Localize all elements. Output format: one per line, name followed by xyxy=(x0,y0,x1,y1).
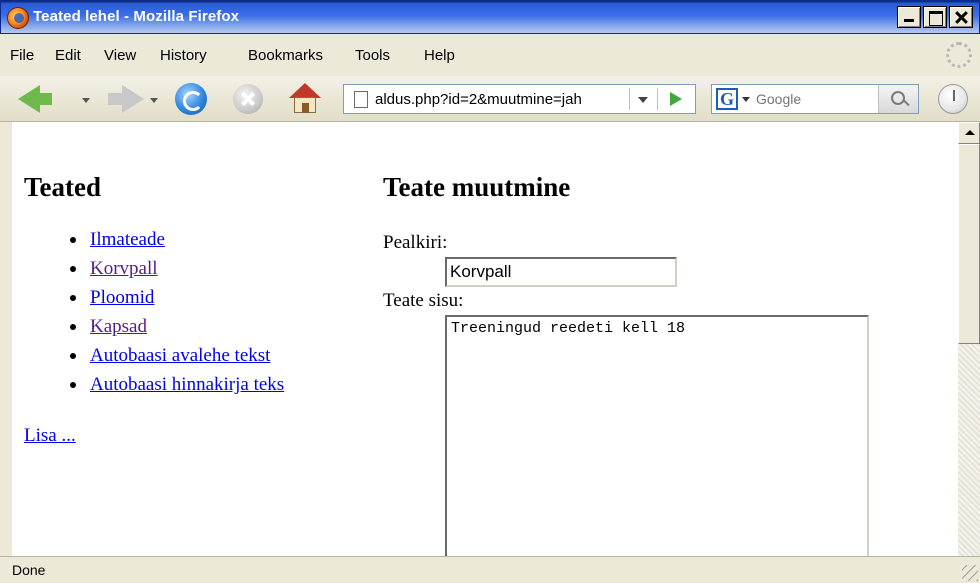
messages-heading: Teated xyxy=(24,172,102,202)
menu-help[interactable]: Help xyxy=(424,47,455,64)
title-input[interactable] xyxy=(445,257,677,287)
message-link-kapsad[interactable]: Kapsad xyxy=(90,316,147,337)
menu-bar: File Edit View History Bookmarks Tools H… xyxy=(0,34,980,76)
list-item: Ilmateade xyxy=(68,225,364,254)
menu-bookmarks[interactable]: Bookmarks xyxy=(248,47,323,64)
page-icon xyxy=(354,91,368,108)
list-item: Kapsad xyxy=(68,312,364,341)
back-arrow-icon[interactable] xyxy=(18,85,40,113)
search-button[interactable] xyxy=(878,85,918,113)
forward-button[interactable] xyxy=(108,93,122,105)
message-link-autobaasi-hinnakirja[interactable]: Autobaasi hinnakirja teks xyxy=(90,374,284,395)
minimize-button[interactable] xyxy=(897,6,921,28)
navigation-toolbar: G xyxy=(0,76,980,122)
scroll-thumb[interactable] xyxy=(958,144,980,344)
message-link-korvpall[interactable]: Korvpall xyxy=(90,258,158,279)
status-bar: Done xyxy=(0,556,980,583)
clock-icon[interactable] xyxy=(938,84,968,114)
url-separator-2 xyxy=(657,88,658,110)
stop-icon[interactable] xyxy=(233,84,263,114)
firefox-icon xyxy=(7,7,29,29)
menu-history[interactable]: History xyxy=(160,47,207,64)
throbber-icon xyxy=(946,42,972,68)
list-item: Autobaasi hinnakirja teks xyxy=(68,370,364,399)
body-textarea[interactable]: Treeningud reedeti kell 18 xyxy=(445,315,869,578)
list-item: Ploomid xyxy=(68,283,364,312)
window-title-bar[interactable]: Teated lehel - Mozilla Firefox xyxy=(0,0,980,34)
messages-panel: Teated Ilmateade Korvpall Ploomid Kapsad… xyxy=(24,172,364,447)
menu-view[interactable]: View xyxy=(104,47,136,64)
menu-file[interactable]: File xyxy=(10,47,34,64)
back-button[interactable] xyxy=(38,93,52,105)
edit-heading: Teate muutmine xyxy=(383,172,571,202)
body-label: Teate sisu: xyxy=(383,290,464,311)
home-roof xyxy=(289,83,321,98)
search-engine-icon[interactable]: G xyxy=(716,88,738,110)
url-separator xyxy=(629,88,630,110)
url-history-dropdown-icon[interactable] xyxy=(638,97,648,103)
menu-edit[interactable]: Edit xyxy=(55,47,81,64)
back-history-dropdown-icon[interactable] xyxy=(82,98,90,103)
page-content: Teated Ilmateade Korvpall Ploomid Kapsad… xyxy=(12,122,958,578)
reload-icon[interactable] xyxy=(175,83,207,115)
window-title: Teated lehel - Mozilla Firefox xyxy=(33,8,240,25)
forward-arrow-icon[interactable] xyxy=(122,85,144,113)
message-link-ploomid[interactable]: Ploomid xyxy=(90,287,154,308)
list-item: Korvpall xyxy=(68,254,364,283)
maximize-button[interactable] xyxy=(923,6,947,28)
messages-list: Ilmateade Korvpall Ploomid Kapsad Autoba… xyxy=(68,225,364,399)
url-input[interactable] xyxy=(371,85,629,113)
resize-grip-icon[interactable] xyxy=(962,565,978,581)
title-label: Pealkiri: xyxy=(383,232,448,253)
close-button[interactable] xyxy=(949,6,973,28)
message-link-autobaasi-avalehe[interactable]: Autobaasi avalehe tekst xyxy=(90,345,270,366)
edit-panel: Teate muutmine Pealkiri: Teate sisu: Tre… xyxy=(383,172,903,578)
search-engine-dropdown-icon[interactable] xyxy=(742,97,750,102)
url-bar[interactable] xyxy=(343,84,696,114)
menu-tools[interactable]: Tools xyxy=(355,47,390,64)
go-arrow-icon[interactable] xyxy=(670,92,682,106)
home-icon[interactable] xyxy=(289,83,321,115)
forward-history-dropdown-icon[interactable] xyxy=(150,98,158,103)
message-link-ilmateade[interactable]: Ilmateade xyxy=(90,229,165,250)
vertical-scrollbar[interactable] xyxy=(958,122,980,578)
search-input[interactable] xyxy=(756,85,876,113)
search-bar[interactable]: G xyxy=(711,84,919,114)
status-text: Done xyxy=(12,562,46,578)
home-door xyxy=(302,103,309,113)
scroll-up-button[interactable] xyxy=(958,122,980,144)
list-item: Autobaasi avalehe tekst xyxy=(68,341,364,370)
add-message-link[interactable]: Lisa ... xyxy=(24,425,76,447)
window-controls xyxy=(897,6,973,28)
